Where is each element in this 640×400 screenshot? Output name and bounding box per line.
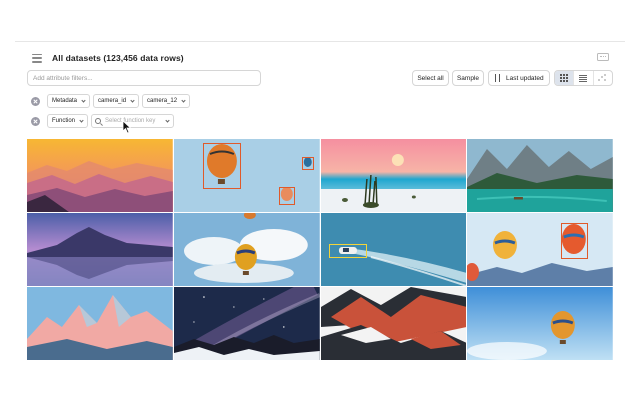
chevron-down-icon	[79, 117, 84, 123]
chip-label: camera_id	[98, 98, 127, 104]
filter-chip-camera-value[interactable]: camera_12	[142, 94, 191, 108]
remove-filter-icon[interactable]	[31, 116, 40, 126]
filter-chip-function[interactable]: Function	[47, 114, 89, 128]
page-title: All datasets (123,456 data rows)	[52, 53, 184, 63]
scatter-view-button[interactable]	[594, 71, 612, 85]
chip-label: Function	[52, 118, 76, 124]
gallery-tile[interactable]	[173, 213, 320, 286]
mouse-cursor-icon	[122, 120, 132, 134]
chevron-down-icon	[165, 117, 170, 123]
filter-row: Function Select function key	[27, 114, 177, 128]
chevron-down-icon	[81, 97, 86, 103]
snowy-ridge-image	[320, 287, 467, 360]
purple-mountain-image	[27, 213, 173, 286]
gallery-tile[interactable]	[467, 139, 613, 212]
page-header: All datasets (123,456 data rows)	[27, 50, 613, 66]
function-key-select[interactable]: Select function key	[91, 114, 175, 128]
gallery-tile[interactable]	[27, 287, 173, 360]
sort-icon	[494, 74, 502, 82]
bounding-box[interactable]	[302, 156, 314, 170]
chevron-down-icon	[181, 97, 186, 103]
list-icon	[579, 74, 588, 82]
view-toggle	[554, 70, 613, 86]
filter-chip-metadata[interactable]: Metadata	[47, 94, 91, 108]
select-all-button[interactable]: Select all	[412, 70, 449, 86]
balloon-clouds-image	[173, 213, 320, 286]
milky-way-image	[173, 287, 320, 360]
gallery-tile[interactable]	[467, 213, 613, 286]
sample-button[interactable]: Sample	[452, 70, 484, 86]
top-divider	[15, 41, 625, 42]
gallery-tile[interactable]	[467, 287, 613, 360]
list-view-button[interactable]	[574, 71, 594, 85]
balloons-sky-image	[467, 213, 613, 286]
gallery-tile[interactable]	[27, 213, 173, 286]
gallery-tile[interactable]	[173, 139, 320, 212]
gallery-tile[interactable]	[320, 287, 467, 360]
grid-icon	[560, 74, 569, 82]
grid-view-button[interactable]	[555, 71, 575, 85]
gallery-tile[interactable]	[320, 213, 467, 286]
scatter-icon	[598, 74, 607, 82]
gallery-tile[interactable]	[27, 139, 173, 212]
menu-icon[interactable]	[32, 53, 42, 63]
bounding-box[interactable]	[329, 244, 368, 258]
keyboard-icon[interactable]	[597, 53, 609, 61]
pink-peaks-image	[27, 287, 173, 360]
alpine-lake-image	[467, 139, 613, 212]
filter-chip-camera-id[interactable]: camera_id	[93, 94, 140, 108]
chip-label: camera_12	[147, 98, 178, 104]
hot-air-balloons-image	[173, 139, 320, 212]
bounding-box[interactable]	[202, 142, 241, 189]
sunset-mountains-image	[27, 139, 173, 212]
gallery-tile[interactable]	[173, 287, 320, 360]
search-icon	[95, 118, 102, 124]
chip-label: Metadata	[52, 98, 78, 104]
balloon-blue-sky-image	[467, 287, 613, 360]
remove-filter-icon[interactable]	[31, 96, 40, 106]
chevron-down-icon	[130, 97, 135, 103]
image-gallery	[27, 139, 613, 360]
desert-moon-image	[320, 139, 467, 212]
bounding-box[interactable]	[560, 223, 589, 259]
sort-label: Last updated	[506, 74, 544, 82]
gallery-tile[interactable]	[320, 139, 467, 212]
bounding-box[interactable]	[278, 187, 295, 205]
filter-row: Metadata camera_id camera_12	[27, 94, 193, 108]
sort-button[interactable]: Last updated	[488, 70, 550, 86]
attribute-filter-input[interactable]	[27, 70, 261, 86]
